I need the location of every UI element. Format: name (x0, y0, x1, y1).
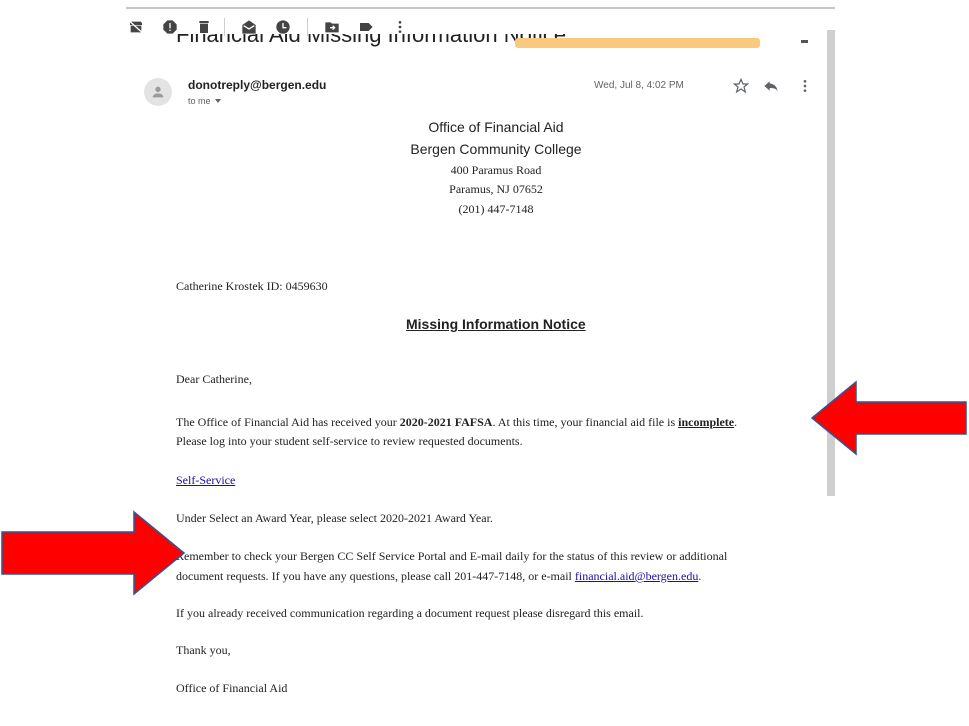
text-run: . (734, 415, 738, 429)
letterhead-office: Office of Financial Aid (428, 119, 564, 135)
person-icon (152, 86, 164, 98)
recipient-toggle[interactable]: to me (188, 96, 221, 106)
inbox-label-tag[interactable] (515, 38, 760, 48)
paragraph-status: The Office of Financial Aid has received… (176, 415, 737, 430)
top-divider (126, 7, 835, 9)
fafsa-year: 2020-2021 FAFSA (399, 415, 493, 429)
recipient-label: to me (188, 96, 211, 106)
print-icon[interactable] (801, 40, 808, 43)
subject-area: Financial Aid Missing Information Notice (176, 34, 796, 48)
sender-address[interactable]: donotreply@bergen.edu (188, 78, 326, 92)
letterhead-street: 400 Paramus Road (450, 163, 542, 177)
letterhead-phone: (201) 447-7148 (458, 202, 534, 216)
thank-you: Thank you, (176, 643, 231, 657)
more-vert-icon[interactable] (795, 76, 815, 96)
avatar[interactable] (144, 78, 172, 106)
text-run: The Office of Financial Aid has received… (176, 415, 400, 429)
paragraph-reminder-line1: Remember to check your Bergen CC Self Se… (176, 549, 728, 563)
paragraph-reminder-line2: document requests. If you have any quest… (176, 569, 701, 584)
reply-icon[interactable] (761, 76, 781, 96)
paragraph-status-line2: Please log into your student self-servic… (176, 434, 523, 448)
chevron-down-icon (214, 99, 221, 103)
financial-aid-email-link[interactable]: financial.aid@bergen.edu (575, 569, 698, 583)
self-service-link[interactable]: Self-Service (176, 473, 235, 487)
notice-title: Missing Information Notice (406, 316, 586, 332)
email-date: Wed, Jul 8, 4:02 PM (594, 80, 684, 91)
arrow-right-annotation (1, 510, 186, 596)
disregard-line: If you already received communication re… (176, 606, 644, 620)
student-line: Catherine Krostek ID: 0459630 (176, 279, 328, 293)
signature: Office of Financial Aid (176, 681, 288, 695)
text-run: . (698, 569, 702, 583)
star-icon[interactable] (731, 76, 751, 96)
email-subject: Financial Aid Missing Information Notice (176, 34, 567, 47)
archive-off-icon[interactable] (126, 17, 146, 37)
letterhead-college: Bergen Community College (410, 141, 582, 157)
greeting: Dear Catherine, (176, 372, 252, 386)
text-run: . At this time, your financial aid file … (492, 415, 679, 429)
arrow-left-annotation (810, 380, 967, 456)
incomplete-status: incomplete (678, 415, 735, 429)
award-year-line: Under Select an Award Year, please selec… (176, 511, 493, 525)
self-service-link-wrap: Self-Service (176, 473, 235, 488)
letterhead-city: Paramus, NJ 07652 (449, 182, 543, 196)
text-run: document requests. If you have any quest… (176, 569, 575, 583)
